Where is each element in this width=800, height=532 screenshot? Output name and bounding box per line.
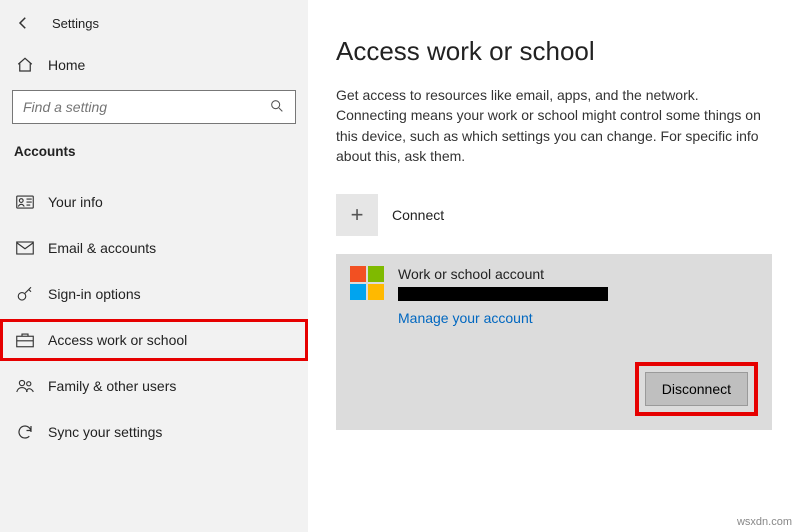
page-description: Get access to resources like email, apps… <box>336 85 772 166</box>
sidebar-item-label: Sign-in options <box>48 286 141 302</box>
section-heading: Accounts <box>0 134 308 175</box>
home-nav[interactable]: Home <box>0 46 308 84</box>
sidebar-item-sync-settings[interactable]: Sync your settings <box>0 411 308 453</box>
connect-label: Connect <box>392 207 444 223</box>
main-panel: Access work or school Get access to reso… <box>308 0 800 532</box>
page-title: Access work or school <box>336 36 772 67</box>
home-label: Home <box>48 57 85 73</box>
connect-button[interactable]: + Connect <box>336 194 772 236</box>
manage-account-link[interactable]: Manage your account <box>398 310 608 326</box>
search-box[interactable] <box>12 90 296 124</box>
sidebar-item-access-work-school[interactable]: Access work or school <box>0 319 308 361</box>
sidebar-item-label: Access work or school <box>48 332 187 348</box>
sidebar-item-email-accounts[interactable]: Email & accounts <box>0 227 308 269</box>
sidebar-item-your-info[interactable]: Your info <box>0 181 308 223</box>
briefcase-icon <box>16 331 34 349</box>
back-icon[interactable] <box>14 14 32 32</box>
badge-icon <box>16 193 34 211</box>
account-email-redacted <box>398 287 608 301</box>
microsoft-logo-icon <box>350 266 384 300</box>
key-icon <box>16 285 34 303</box>
disconnect-highlight: Disconnect <box>635 362 758 416</box>
mail-icon <box>16 239 34 257</box>
watermark: wsxdn.com <box>737 516 792 528</box>
people-icon <box>16 377 34 395</box>
account-card[interactable]: Work or school account Manage your accou… <box>336 254 772 430</box>
window-title: Settings <box>52 16 99 31</box>
sidebar-item-label: Family & other users <box>48 378 176 394</box>
sidebar-item-label: Your info <box>48 194 103 210</box>
sidebar-item-label: Email & accounts <box>48 240 156 256</box>
sync-icon <box>16 423 34 441</box>
sidebar: Settings Home Accounts Your info <box>0 0 308 532</box>
plus-icon: + <box>336 194 378 236</box>
search-input[interactable] <box>23 99 269 115</box>
search-icon <box>269 98 285 117</box>
sidebar-item-signin-options[interactable]: Sign-in options <box>0 273 308 315</box>
home-icon <box>16 56 34 74</box>
sidebar-item-label: Sync your settings <box>48 424 162 440</box>
disconnect-button[interactable]: Disconnect <box>645 372 748 406</box>
sidebar-item-family-users[interactable]: Family & other users <box>0 365 308 407</box>
nav-list: Your info Email & accounts Sign-in optio… <box>0 181 308 453</box>
account-title: Work or school account <box>398 266 608 282</box>
